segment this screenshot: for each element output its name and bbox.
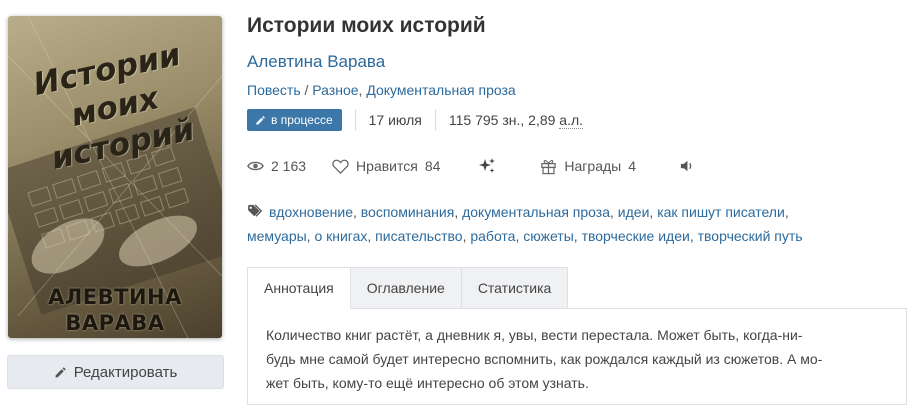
tag-link[interactable]: творческие идеи xyxy=(582,228,690,244)
tags-icon xyxy=(248,204,263,217)
book-size-value: 115 795 зн., 2,89 xyxy=(448,112,560,128)
pencil-icon xyxy=(55,366,66,377)
like-button[interactable]: Нравится 84 xyxy=(332,158,440,174)
tag-link[interactable]: вдохновение xyxy=(269,204,353,220)
annotation-line: Количество книг растёт, а дневник я, увы… xyxy=(266,327,803,343)
awards-count: 4 xyxy=(628,158,637,174)
tab-statistics[interactable]: Статистика xyxy=(461,267,569,309)
awards-label: Награды xyxy=(564,158,622,174)
audio-button[interactable] xyxy=(680,159,694,173)
genre-link-1[interactable]: Разное xyxy=(312,82,358,98)
tag-link[interactable]: документальная проза xyxy=(462,204,610,220)
annotation-panel: Количество книг растёт, а дневник я, увы… xyxy=(247,308,907,405)
gift-icon xyxy=(541,159,557,174)
status-row: в процессе 17 июля 115 795 зн., 2,89 а.л… xyxy=(247,108,584,132)
stats-row: 2 163 Нравится 84 Награды 4 xyxy=(247,154,694,178)
genres: Повесть / Разное, Документальная проза xyxy=(247,82,516,98)
tab-annotation[interactable]: Аннотация xyxy=(247,267,351,309)
tag-link[interactable]: сюжеты xyxy=(523,228,574,244)
tag-link[interactable]: воспоминания xyxy=(361,204,455,220)
annotation-line: будь мне самой будет интересно вспомнить… xyxy=(266,351,823,367)
sparkles-button[interactable] xyxy=(478,157,496,175)
heart-icon xyxy=(332,159,349,174)
views-count: 2 163 xyxy=(271,158,307,174)
genre-form-link[interactable]: Повесть xyxy=(247,82,301,98)
update-date: 17 июля xyxy=(368,112,422,128)
sparkles-icon xyxy=(479,158,496,173)
book-title: Истории моих историй xyxy=(247,14,486,37)
speaker-icon xyxy=(680,160,692,172)
genre-link-2[interactable]: Документальная проза xyxy=(366,82,515,98)
likes-count: 84 xyxy=(424,158,441,174)
tab-bar: Аннотация Оглавление Статистика xyxy=(247,267,569,309)
annotation-line: жет быть, кому-то ещё интересно об этом … xyxy=(266,375,589,391)
book-cover[interactable]: Истории моих историй АЛЕВТИНА ВАРАВА xyxy=(8,16,222,338)
tags-list: вдохновение, воспоминания, документальна… xyxy=(247,204,803,244)
tag-link[interactable]: идеи xyxy=(618,204,650,220)
book-size: 115 795 зн., 2,89 а.л. xyxy=(448,112,584,129)
cover-author: АЛЕВТИНА ВАРАВА xyxy=(48,285,182,335)
tab-contents[interactable]: Оглавление xyxy=(350,267,462,309)
tag-link[interactable]: творческий путь xyxy=(698,228,803,244)
tag-link[interactable]: как пишут писатели xyxy=(657,204,785,220)
divider xyxy=(354,109,356,131)
author-link[interactable]: Алевтина Варава xyxy=(247,52,385,72)
tag-link[interactable]: мемуары xyxy=(247,228,307,244)
likes-label: Нравится xyxy=(356,158,418,174)
tag-link[interactable]: работа xyxy=(470,228,515,244)
edit-button[interactable]: Редактировать xyxy=(7,355,224,389)
edit-button-label: Редактировать xyxy=(73,363,178,381)
author-sheets-abbr[interactable]: а.л. xyxy=(559,112,584,129)
views-stat: 2 163 xyxy=(247,158,306,174)
eye-icon xyxy=(247,161,264,171)
pencil-icon xyxy=(256,115,265,125)
tag-link[interactable]: о книгах xyxy=(314,228,367,244)
genre-separator: / xyxy=(300,82,313,98)
awards-button[interactable]: Награды 4 xyxy=(540,158,636,175)
status-badge: в процессе xyxy=(247,109,342,131)
status-badge-label: в процессе xyxy=(271,113,333,127)
tag-link[interactable]: писательство xyxy=(375,228,462,244)
divider xyxy=(434,109,436,131)
